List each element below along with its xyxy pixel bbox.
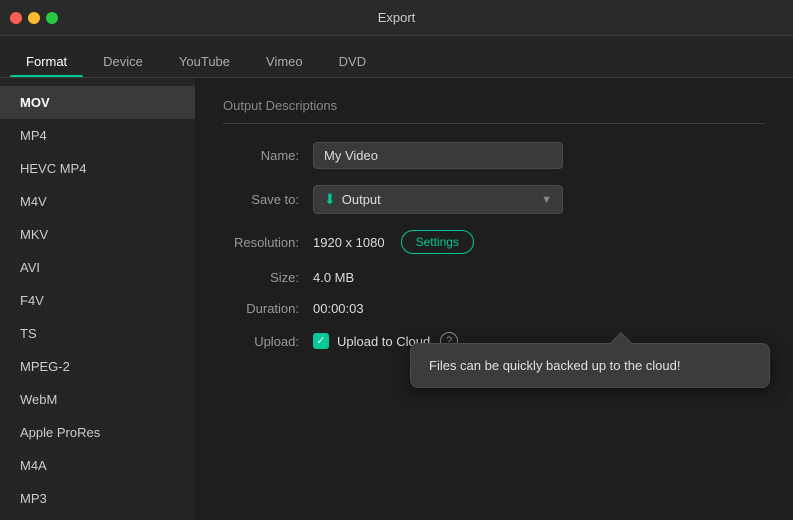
save-to-value: Output (342, 192, 381, 207)
tab-youtube[interactable]: YouTube (163, 46, 246, 77)
resolution-row: Resolution: 1920 x 1080 Settings (223, 230, 765, 254)
duration-label: Duration: (223, 301, 313, 316)
minimize-button[interactable] (28, 12, 40, 24)
tooltip-text: Files can be quickly backed up to the cl… (429, 358, 680, 373)
save-to-dropdown[interactable]: ⬇ Output ▼ (313, 185, 563, 214)
chevron-down-icon: ▼ (541, 194, 552, 206)
name-row: Name: (223, 142, 765, 169)
tab-format[interactable]: Format (10, 46, 83, 77)
tooltip-balloon: Files can be quickly backed up to the cl… (410, 343, 770, 388)
upload-label: Upload: (223, 334, 313, 349)
settings-button[interactable]: Settings (401, 230, 474, 254)
sidebar-item-mpeg2[interactable]: MPEG-2 (0, 350, 195, 383)
close-button[interactable] (10, 12, 22, 24)
sidebar: MOV MP4 HEVC MP4 M4V MKV AVI F4V TS MPEG… (0, 78, 195, 520)
titlebar: Export (0, 0, 793, 36)
maximize-button[interactable] (46, 12, 58, 24)
sidebar-item-f4v[interactable]: F4V (0, 284, 195, 317)
main-layout: MOV MP4 HEVC MP4 M4V MKV AVI F4V TS MPEG… (0, 78, 793, 520)
resolution-label: Resolution: (223, 235, 313, 250)
traffic-lights (10, 12, 58, 24)
sidebar-item-mp4[interactable]: MP4 (0, 119, 195, 152)
content-area: Output Descriptions Name: Save to: ⬇ Out… (195, 78, 793, 520)
tab-vimeo[interactable]: Vimeo (250, 46, 319, 77)
duration-row: Duration: 00:00:03 (223, 301, 765, 316)
tabbar: Format Device YouTube Vimeo DVD (0, 36, 793, 78)
tab-dvd[interactable]: DVD (323, 46, 382, 77)
sidebar-item-m4v[interactable]: M4V (0, 185, 195, 218)
sidebar-item-mov[interactable]: MOV (0, 86, 195, 119)
sidebar-item-avi[interactable]: AVI (0, 251, 195, 284)
sidebar-item-m4a[interactable]: M4A (0, 449, 195, 482)
resolution-value: 1920 x 1080 (313, 235, 385, 250)
size-row: Size: 4.0 MB (223, 270, 765, 285)
section-title: Output Descriptions (223, 98, 765, 124)
checkmark-icon: ✓ (316, 336, 325, 347)
save-to-left: ⬇ Output (324, 191, 381, 208)
name-label: Name: (223, 148, 313, 163)
sidebar-item-mkv[interactable]: MKV (0, 218, 195, 251)
sidebar-item-mp3[interactable]: MP3 (0, 482, 195, 515)
name-input[interactable] (313, 142, 563, 169)
upload-to-cloud-checkbox[interactable]: ✓ (313, 333, 329, 349)
size-label: Size: (223, 270, 313, 285)
duration-value: 00:00:03 (313, 301, 364, 316)
sidebar-item-webm[interactable]: WebM (0, 383, 195, 416)
sidebar-item-hevc-mp4[interactable]: HEVC MP4 (0, 152, 195, 185)
tab-device[interactable]: Device (87, 46, 159, 77)
window-title: Export (378, 10, 416, 25)
download-icon: ⬇ (324, 191, 336, 208)
save-to-row: Save to: ⬇ Output ▼ (223, 185, 765, 214)
tooltip-arrow (611, 334, 631, 344)
save-to-label: Save to: (223, 192, 313, 207)
sidebar-item-apple-prores[interactable]: Apple ProRes (0, 416, 195, 449)
size-value: 4.0 MB (313, 270, 354, 285)
sidebar-item-ts[interactable]: TS (0, 317, 195, 350)
